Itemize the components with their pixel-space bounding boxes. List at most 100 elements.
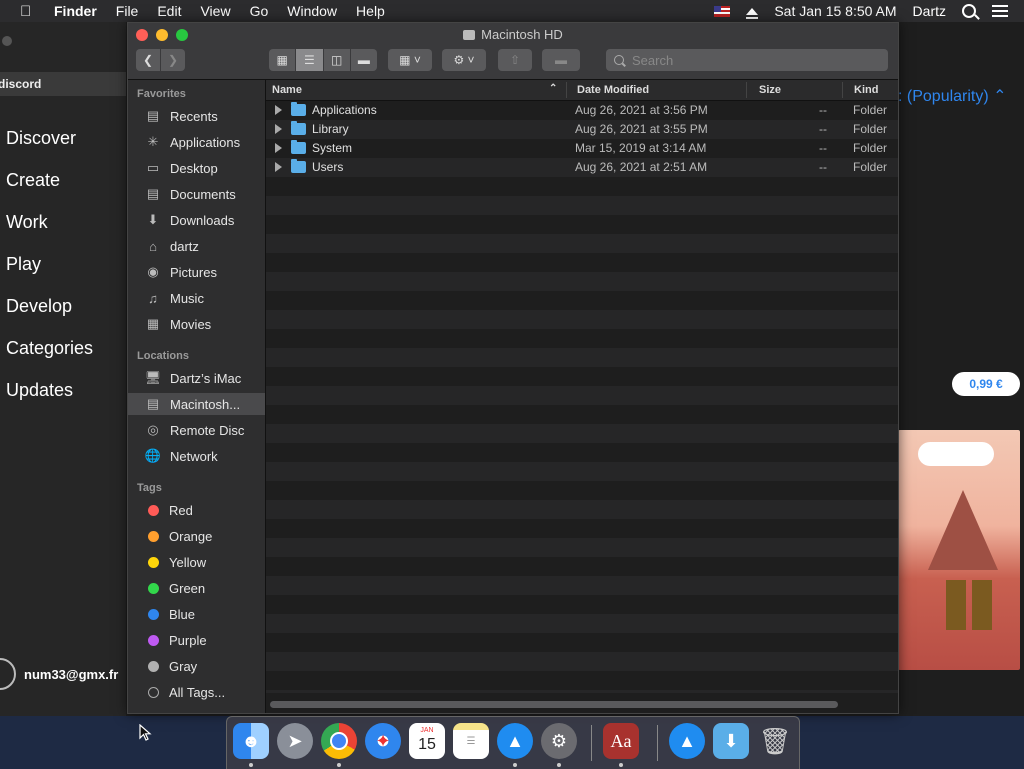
column-divider[interactable] bbox=[746, 82, 747, 98]
menubar-clock[interactable]: Sat Jan 15 8:50 AM bbox=[774, 3, 896, 19]
tag-button[interactable]: ▬ bbox=[542, 49, 580, 71]
menu-app-name[interactable]: Finder bbox=[54, 3, 97, 19]
icon-view-button[interactable]: ▦ bbox=[269, 49, 297, 71]
search-field[interactable] bbox=[606, 49, 888, 71]
sidebar-item-movies[interactable]: ▦ Movies bbox=[128, 313, 265, 335]
nav-develop[interactable]: Develop bbox=[6, 296, 72, 317]
price-button[interactable]: 0,99 € bbox=[952, 372, 1020, 396]
row-date: Aug 26, 2021 at 3:56 PM bbox=[575, 103, 708, 117]
apple-menu-icon[interactable]:  bbox=[20, 3, 38, 20]
table-row[interactable]: Library Aug 26, 2021 at 3:55 PM -- Folde… bbox=[266, 120, 898, 139]
notes-icon[interactable]: ☰ bbox=[453, 723, 489, 759]
menu-help[interactable]: Help bbox=[356, 3, 385, 19]
input-source-flag-icon[interactable] bbox=[714, 5, 731, 17]
nav-categories[interactable]: Categories bbox=[6, 338, 93, 359]
sort-popularity-button[interactable]: : (Popularity) ⌃ bbox=[898, 86, 1007, 106]
rows-area[interactable]: Applications Aug 26, 2021 at 3:56 PM -- … bbox=[266, 101, 898, 693]
table-row[interactable]: Users Aug 26, 2021 at 2:51 AM -- Folder bbox=[266, 158, 898, 177]
disclosure-triangle-icon[interactable] bbox=[275, 124, 282, 134]
app-store-search-field[interactable]: discord bbox=[0, 72, 126, 96]
share-button[interactable]: ⇧ bbox=[498, 49, 532, 71]
calendar-icon[interactable]: JAN 15 bbox=[409, 723, 445, 759]
tag-icon: ▬ bbox=[555, 53, 567, 67]
chrome-icon[interactable] bbox=[321, 723, 357, 759]
sidebar-item-desktop[interactable]: ▭ Desktop bbox=[128, 157, 265, 179]
table-row[interactable]: System Mar 15, 2019 at 3:14 AM -- Folder bbox=[266, 139, 898, 158]
spotlight-icon[interactable] bbox=[962, 4, 976, 18]
system-preferences-icon[interactable]: ⚙ bbox=[541, 723, 577, 759]
column-divider[interactable] bbox=[566, 82, 567, 98]
game-thumbnail[interactable] bbox=[898, 430, 1020, 670]
forward-button[interactable]: ❯ bbox=[161, 49, 185, 71]
downloads-folder-icon[interactable]: ⬇ bbox=[713, 723, 749, 759]
table-row[interactable]: Applications Aug 26, 2021 at 3:56 PM -- … bbox=[266, 101, 898, 120]
sidebar-tag-red[interactable]: Red bbox=[128, 499, 265, 521]
list-view-button[interactable]: ☰ bbox=[296, 49, 324, 71]
sidebar-item-recents[interactable]: ▤ Recents bbox=[128, 105, 265, 127]
sidebar-item-remote-disc[interactable]: ◎ Remote Disc bbox=[128, 419, 265, 441]
sidebar-item-music[interactable]: ♫ Music bbox=[128, 287, 265, 309]
sidebar-tag-yellow[interactable]: Yellow bbox=[128, 551, 265, 573]
menubar-user[interactable]: Dartz bbox=[913, 3, 946, 19]
nav-work[interactable]: Work bbox=[6, 212, 48, 233]
sidebar-tag-green[interactable]: Green bbox=[128, 577, 265, 599]
nav-play[interactable]: Play bbox=[6, 254, 41, 275]
chevron-left-icon: ❮ bbox=[142, 53, 154, 67]
sidebar-item-label: Orange bbox=[169, 528, 213, 544]
window-control-dot[interactable] bbox=[2, 36, 12, 46]
column-name[interactable]: Name bbox=[272, 84, 302, 96]
menu-file[interactable]: File bbox=[116, 3, 139, 19]
column-size[interactable]: Size bbox=[759, 84, 781, 96]
sidebar-tag-orange[interactable]: Orange bbox=[128, 525, 265, 547]
row-date: Mar 15, 2019 at 3:14 AM bbox=[575, 141, 707, 155]
column-kind[interactable]: Kind bbox=[854, 84, 878, 96]
disclosure-triangle-icon[interactable] bbox=[275, 143, 282, 153]
sidebar-item-pictures[interactable]: ◉ Pictures bbox=[128, 261, 265, 283]
nav-discover[interactable]: Discover bbox=[6, 128, 76, 149]
sidebar-tag-purple[interactable]: Purple bbox=[128, 629, 265, 651]
window-title-text: Macintosh HD bbox=[481, 27, 563, 42]
eject-icon[interactable] bbox=[746, 7, 759, 19]
sidebar-item-applications[interactable]: ✳ Applications bbox=[128, 131, 265, 153]
nav-updates[interactable]: Updates bbox=[6, 380, 73, 401]
sidebar-item-downloads[interactable]: ⬇ Downloads bbox=[128, 209, 265, 231]
sidebar-item-macintosh-hd[interactable]: ▤ Macintosh... bbox=[128, 393, 265, 415]
sidebar-all-tags[interactable]: All Tags... bbox=[128, 681, 265, 703]
sidebar-item-network[interactable]: 🌐 Network bbox=[128, 445, 265, 467]
action-button[interactable]: ⚙ ˅ bbox=[442, 49, 486, 71]
applications-folder-icon[interactable]: ▲ bbox=[669, 723, 705, 759]
disclosure-triangle-icon[interactable] bbox=[275, 105, 282, 115]
trash-icon[interactable]: 🗑 bbox=[757, 723, 793, 759]
sidebar-item-imac[interactable]: 🖥 Dartz’s iMac bbox=[128, 367, 265, 389]
nav-create[interactable]: Create bbox=[6, 170, 60, 191]
dictionary-icon[interactable]: Aa bbox=[603, 723, 639, 759]
search-input[interactable] bbox=[630, 51, 874, 69]
launchpad-icon[interactable]: ➤ bbox=[277, 723, 313, 759]
column-view-button[interactable]: ◫ bbox=[323, 49, 351, 71]
notification-center-icon[interactable] bbox=[992, 5, 1008, 17]
column-date-modified[interactable]: Date Modified bbox=[577, 84, 649, 96]
menu-edit[interactable]: Edit bbox=[157, 3, 181, 19]
horizontal-scrollbar[interactable] bbox=[270, 701, 838, 708]
hard-drive-icon: ▤ bbox=[146, 396, 160, 411]
sidebar-item-home[interactable]: ⌂ dartz bbox=[128, 235, 265, 257]
finder-icon[interactable]: ☻ bbox=[233, 723, 269, 759]
back-button[interactable]: ❮ bbox=[136, 49, 160, 71]
sidebar-tag-gray[interactable]: Gray bbox=[128, 655, 265, 677]
column-divider[interactable] bbox=[842, 82, 843, 98]
disclosure-triangle-icon[interactable] bbox=[275, 162, 282, 172]
menu-go[interactable]: Go bbox=[250, 3, 269, 19]
group-by-button[interactable]: ▦ ˅ bbox=[388, 49, 432, 71]
menu-view[interactable]: View bbox=[200, 3, 230, 19]
gallery-icon: ▬ bbox=[357, 53, 370, 67]
row-kind: Folder bbox=[853, 160, 888, 174]
finder-titlebar: Macintosh HD ❮ ❯ ▦ ☰ ◫ ▬ ▦ ˅ ⚙ ˅ ⇧ ▬ bbox=[128, 23, 898, 80]
sidebar-tag-blue[interactable]: Blue bbox=[128, 603, 265, 625]
running-indicator bbox=[513, 763, 517, 767]
account-button[interactable]: num33@gmx.fr bbox=[0, 658, 126, 690]
app-store-icon[interactable]: ▲ bbox=[497, 723, 533, 759]
gallery-view-button[interactable]: ▬ bbox=[350, 49, 377, 71]
sidebar-item-documents[interactable]: ▤ Documents bbox=[128, 183, 265, 205]
safari-icon[interactable]: ✦ bbox=[365, 723, 401, 759]
menu-window[interactable]: Window bbox=[287, 3, 337, 19]
